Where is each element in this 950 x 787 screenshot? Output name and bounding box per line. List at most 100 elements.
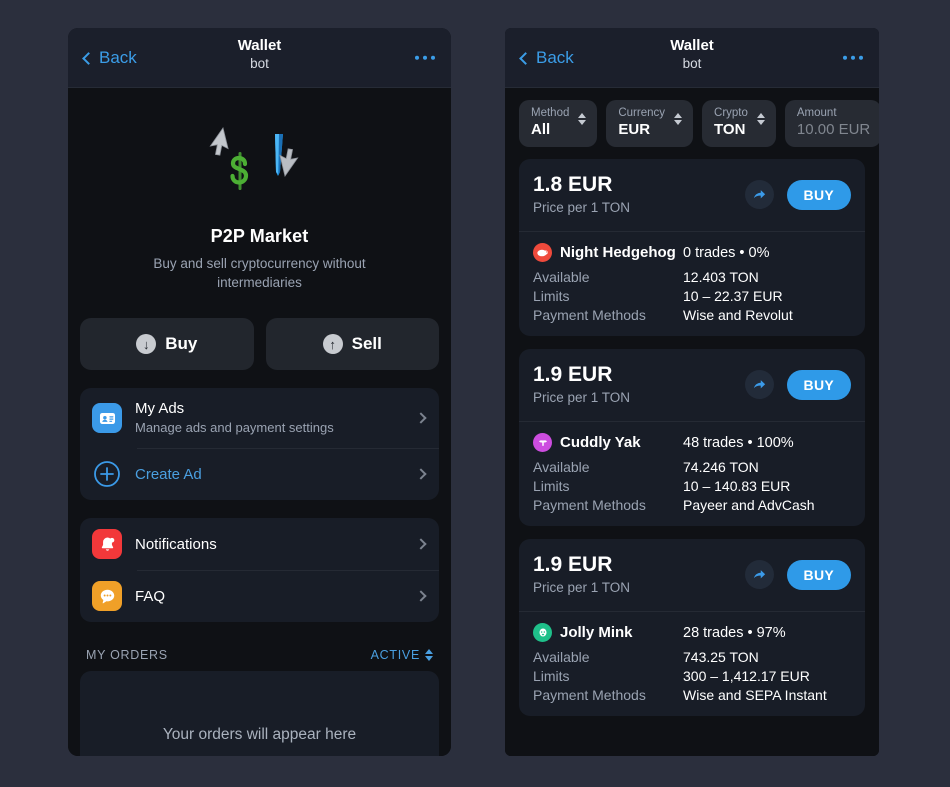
sell-button[interactable]: ↑ Sell bbox=[265, 318, 439, 370]
my-orders-header: MY ORDERS ACTIVE bbox=[80, 622, 439, 671]
available-label: Available bbox=[533, 649, 590, 665]
offer-card[interactable]: 1.9 EUR Price per 1 TON BUY bbox=[519, 349, 865, 526]
limits-label: Limits bbox=[533, 478, 570, 494]
chevron-updown-icon bbox=[425, 649, 433, 661]
buy-offer-button[interactable]: BUY bbox=[786, 559, 851, 590]
notifications-text: Notifications bbox=[135, 535, 404, 554]
orders-filter-label: ACTIVE bbox=[370, 648, 420, 662]
share-icon[interactable] bbox=[744, 560, 774, 589]
chat-bubble-icon bbox=[92, 581, 122, 611]
plus-circle-icon bbox=[92, 459, 122, 489]
offer-payment-row: Payment Methods Wise and SEPA Instant bbox=[533, 687, 851, 703]
filter-chip-currency[interactable]: Currency EUR bbox=[606, 100, 694, 147]
trader-identity: Jolly Mink bbox=[533, 623, 683, 642]
filter-chip-amount[interactable]: Amount 10.00 EUR bbox=[784, 100, 879, 147]
chevron-left-icon bbox=[82, 51, 95, 65]
offers-list: 1.8 EUR Price per 1 TON BUY Night Hedgeh… bbox=[505, 159, 879, 716]
info-group: Notifications FAQ bbox=[80, 518, 439, 622]
orders-filter-button[interactable]: ACTIVE bbox=[371, 648, 433, 662]
trader-name: Cuddly Yak bbox=[560, 434, 641, 451]
filter-crypto-label: Crypto bbox=[714, 107, 748, 119]
filter-currency-value: EUR bbox=[618, 121, 651, 138]
offer-trader-row: Cuddly Yak 48 trades • 100% bbox=[533, 433, 851, 452]
id-card-icon bbox=[92, 403, 122, 433]
filter-amount-value: 10.00 EUR bbox=[796, 121, 871, 138]
filter-chip-crypto[interactable]: Crypto TON bbox=[702, 100, 776, 147]
available-value: 12.403 TON bbox=[683, 269, 759, 285]
offer-trader-row: Night Hedgehog 0 trades • 0% bbox=[533, 243, 851, 262]
arrow-up-circle-icon: ↑ bbox=[322, 334, 343, 354]
filter-amount-label: Amount bbox=[796, 107, 837, 119]
my-orders-label: MY ORDERS bbox=[86, 648, 168, 662]
orders-empty-state: Your orders will appear here bbox=[80, 671, 439, 756]
back-button-left[interactable]: Back bbox=[82, 48, 137, 68]
offer-details: Cuddly Yak 48 trades • 100% Available 74… bbox=[519, 421, 865, 526]
list-item-my-ads[interactable]: My Ads Manage ads and payment settings bbox=[80, 388, 439, 448]
chevron-right-icon bbox=[415, 538, 427, 550]
arrow-down-circle-icon: ↓ bbox=[136, 334, 157, 354]
trader-name: Jolly Mink bbox=[560, 624, 633, 641]
offer-available-row: Available 74.246 TON bbox=[533, 459, 851, 475]
filter-method-value: All bbox=[531, 121, 551, 138]
offer-price-block: 1.8 EUR Price per 1 TON bbox=[533, 172, 745, 217]
filter-bar: Method All Currency EUR Crypto TON Amoun… bbox=[505, 88, 879, 159]
payment-methods-value: Payeer and AdvCash bbox=[683, 497, 815, 513]
create-ad-text: Create Ad bbox=[135, 465, 404, 484]
share-icon[interactable] bbox=[744, 180, 774, 209]
trader-stats: 48 trades • 100% bbox=[683, 434, 794, 451]
buy-sell-row: ↓ Buy ↑ Sell bbox=[80, 318, 439, 370]
offer-payment-row: Payment Methods Payeer and AdvCash bbox=[533, 497, 851, 513]
notifications-title: Notifications bbox=[135, 535, 217, 553]
payment-methods-label: Payment Methods bbox=[533, 307, 646, 323]
filter-chip-method[interactable]: Method All bbox=[519, 100, 598, 147]
offer-details: Night Hedgehog 0 trades • 0% Available 1… bbox=[519, 231, 865, 336]
limits-value: 300 – 1,412.17 EUR bbox=[683, 668, 810, 684]
available-value: 74.246 TON bbox=[683, 459, 759, 475]
offer-available-row: Available 12.403 TON bbox=[533, 269, 851, 285]
avatar bbox=[533, 623, 552, 642]
share-icon[interactable] bbox=[744, 370, 774, 399]
faq-title: FAQ bbox=[135, 587, 166, 605]
filter-currency-label: Currency bbox=[618, 107, 666, 119]
payment-methods-label: Payment Methods bbox=[533, 687, 646, 703]
phone-panel-p2p-offers: Back Wallet bot Method All Currency EUR bbox=[505, 28, 879, 756]
limits-value: 10 – 140.83 EUR bbox=[683, 478, 791, 494]
buy-offer-button[interactable]: BUY bbox=[786, 179, 851, 210]
chevron-updown-icon bbox=[674, 113, 683, 125]
offer-price-block: 1.9 EUR Price per 1 TON bbox=[533, 362, 745, 407]
chevron-left-icon bbox=[519, 51, 532, 65]
phone-panel-p2p-home: Back Wallet bot P2P Market Buy and sell … bbox=[68, 28, 451, 756]
trader-name: Night Hedgehog bbox=[560, 244, 676, 261]
offer-card[interactable]: 1.9 EUR Price per 1 TON BUY bbox=[519, 539, 865, 716]
more-horizontal-icon[interactable] bbox=[414, 55, 435, 60]
offer-payment-row: Payment Methods Wise and Revolut bbox=[533, 307, 851, 323]
offer-card[interactable]: 1.8 EUR Price per 1 TON BUY Night Hedgeh… bbox=[519, 159, 865, 336]
create-ad-title: Create Ad bbox=[135, 465, 202, 483]
available-label: Available bbox=[533, 269, 590, 285]
more-horizontal-icon[interactable] bbox=[842, 55, 863, 60]
sell-button-label: Sell bbox=[351, 334, 382, 353]
available-label: Available bbox=[533, 459, 590, 475]
trader-stats: 28 trades • 97% bbox=[683, 624, 786, 641]
offers-body: Method All Currency EUR Crypto TON Amoun… bbox=[505, 88, 879, 756]
back-button-right[interactable]: Back bbox=[519, 48, 574, 68]
list-item-create-ad[interactable]: Create Ad bbox=[80, 448, 439, 500]
hero-section: P2P Market Buy and sell cryptocurrency w… bbox=[80, 88, 439, 292]
payment-methods-value: Wise and Revolut bbox=[683, 307, 793, 323]
list-item-notifications[interactable]: Notifications bbox=[80, 518, 439, 570]
offer-header: 1.9 EUR Price per 1 TON BUY bbox=[519, 349, 865, 421]
navbar-left: Back Wallet bot bbox=[68, 28, 451, 88]
buy-offer-button[interactable]: BUY bbox=[786, 369, 851, 400]
bell-icon bbox=[92, 529, 122, 559]
trader-stats: 0 trades • 0% bbox=[683, 244, 770, 261]
chevron-right-icon bbox=[415, 468, 427, 480]
ads-group: My Ads Manage ads and payment settings C… bbox=[80, 388, 439, 500]
chevron-updown-icon bbox=[756, 113, 765, 125]
my-ads-title: My Ads bbox=[135, 400, 185, 417]
buy-button[interactable]: ↓ Buy bbox=[80, 318, 254, 370]
offer-price-sub: Price per 1 TON bbox=[533, 580, 631, 595]
list-item-faq[interactable]: FAQ bbox=[80, 570, 439, 622]
offer-available-row: Available 743.25 TON bbox=[533, 649, 851, 665]
offer-price-sub: Price per 1 TON bbox=[533, 390, 631, 405]
offer-price-sub: Price per 1 TON bbox=[533, 200, 631, 215]
